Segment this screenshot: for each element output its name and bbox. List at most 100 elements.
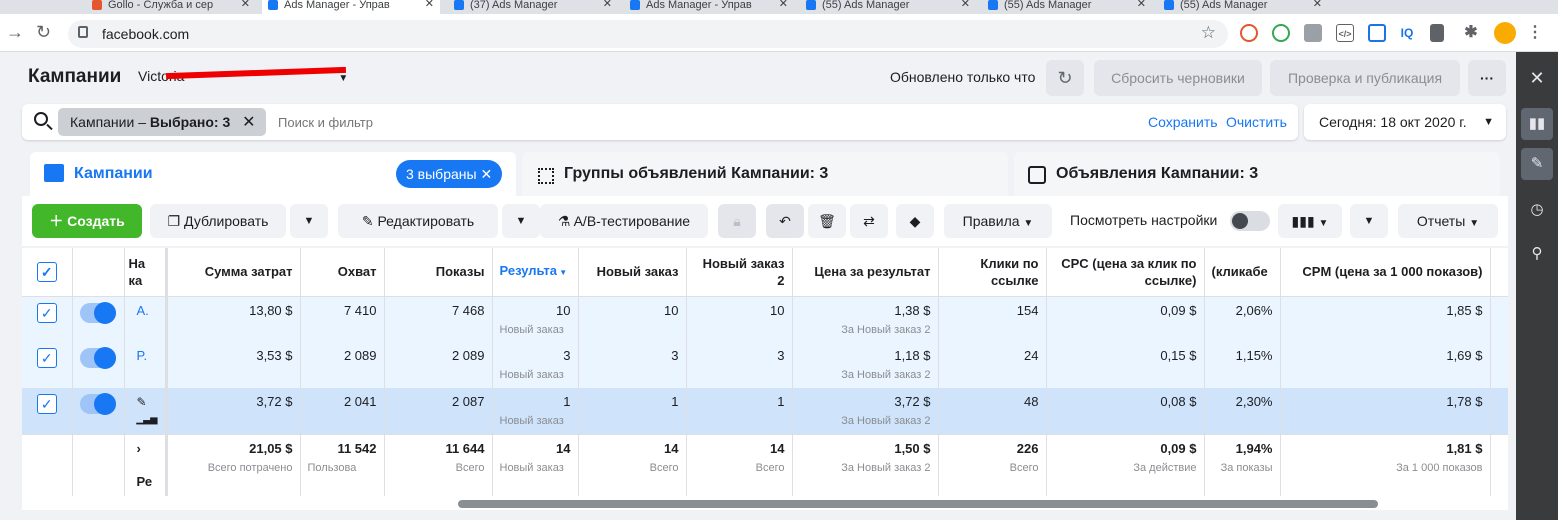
review-publish-button[interactable]: Проверка и публикация (1270, 60, 1460, 96)
browser-tab[interactable]: Ads Manager - Управ ✕ (262, 0, 440, 14)
menu-icon[interactable]: ⋮ (1526, 24, 1544, 42)
duplicate-dropdown[interactable]: ▼ (290, 204, 328, 238)
refresh-button[interactable]: ↻ (1046, 60, 1084, 96)
column-header[interactable]: Новый заказ 2 (686, 248, 793, 297)
column-header[interactable]: CPC (цена за клик по ссылке) (1046, 248, 1205, 297)
close-icon[interactable]: ✕ (1137, 0, 1146, 10)
address-bar[interactable]: facebook.com ☆ (68, 20, 1228, 48)
column-header[interactable]: Цена за результат (792, 248, 939, 297)
row-checkbox-cell[interactable]: ✓ (22, 342, 73, 388)
save-link[interactable]: Сохранить (1148, 114, 1218, 130)
star-icon[interactable]: ☆ (1201, 23, 1216, 43)
clear-link[interactable]: Очистить (1226, 114, 1287, 130)
checkbox[interactable]: ✓ (36, 261, 57, 282)
table-row[interactable]: ✓ P. 3,53 $ 2 089 2 089 3 Новый заказ 3 3… (22, 342, 1508, 388)
table-row[interactable]: ✓ ✎ ▁▃▅ 3,72 $ 2 041 2 087 1 Новый заказ 1… (22, 388, 1508, 434)
iq-icon[interactable]: IQ (1398, 24, 1416, 42)
campaign-toggle[interactable] (80, 301, 116, 324)
column-header[interactable]: На ка (124, 248, 168, 297)
toggle-cell[interactable] (72, 342, 125, 388)
close-icon[interactable]: ✕ (242, 114, 255, 131)
tab-ads[interactable]: Объявления Кампании: 3 (1014, 152, 1500, 196)
browser-tab[interactable]: Ads Manager - Управ ✕ (624, 0, 794, 14)
breakdown-button[interactable]: ▼ (1350, 204, 1388, 238)
zoom-icon[interactable]: ⚲ (1521, 238, 1553, 270)
campaign-name-cell[interactable]: ✎ ▁▃▅ (124, 388, 168, 434)
browser-tab[interactable]: (55) Ads Manager ✕ (800, 0, 976, 14)
close-icon[interactable]: ✕ (961, 0, 970, 10)
column-header[interactable]: (кликабе (1204, 248, 1281, 297)
close-icon[interactable]: ✕ (603, 0, 612, 10)
extension-icon[interactable] (1304, 24, 1322, 42)
campaign-name[interactable]: A. (124, 296, 168, 342)
browser-tab[interactable]: (37) Ads Manager ✕ (448, 0, 618, 14)
select-all-cell[interactable]: ✓ (22, 248, 73, 297)
code-icon[interactable]: </> (1336, 24, 1354, 42)
column-header-sorted[interactable]: Результа ▼ (492, 248, 579, 297)
horizontal-scrollbar[interactable] (458, 500, 1378, 508)
browser-tab[interactable]: (55) Ads Manager ✕ (982, 0, 1152, 14)
clock-icon[interactable]: ◷ (1521, 194, 1553, 226)
view-settings-toggle[interactable] (1230, 211, 1270, 231)
puzzle-icon[interactable]: ✱ (1462, 24, 1480, 42)
table-row[interactable]: ✓ A. 13,80 $ 7 410 7 468 10 Новый заказ 1… (22, 296, 1508, 342)
account-selector[interactable]: Victoria ▼ (138, 66, 348, 84)
extension-icon[interactable] (1368, 24, 1386, 42)
columns-button[interactable]: ▮▮▮ ▼ (1278, 204, 1342, 238)
chart-icon[interactable]: ▁▃▅ (137, 414, 158, 424)
campaign-toggle[interactable] (80, 347, 116, 369)
selected-badge[interactable]: 3 выбраны ✕ (396, 160, 503, 188)
row-checkbox-cell[interactable]: ✓ (22, 388, 73, 434)
browser-tab[interactable]: (55) Ads Manager ✕ (1158, 0, 1328, 14)
delete-button[interactable]: 🗑︎ (808, 204, 846, 238)
column-header[interactable]: Показы (384, 248, 493, 297)
extension-icon[interactable] (1272, 24, 1290, 42)
close-icon[interactable]: ✕ (1521, 62, 1553, 94)
expand-icon[interactable]: › (137, 441, 141, 456)
edit-dropdown[interactable]: ▼ (502, 204, 540, 238)
checkbox[interactable]: ✓ (36, 394, 57, 414)
campaign-toggle[interactable] (80, 393, 116, 415)
reports-button[interactable]: Отчеты ▼ (1398, 204, 1498, 238)
reset-drafts-button[interactable]: Сбросить черновики (1094, 60, 1262, 96)
rules-button[interactable]: Правила ▼ (944, 204, 1052, 238)
duplicate-button[interactable]: ❐ Дублировать (150, 204, 286, 238)
close-icon[interactable]: ✕ (1313, 0, 1322, 10)
checkbox[interactable]: ✓ (36, 302, 57, 323)
date-range-picker[interactable]: Сегодня: 18 окт 2020 г. ▼ (1304, 104, 1506, 140)
tab-campaigns[interactable]: Кампании 3 выбраны ✕ (30, 152, 516, 196)
create-button[interactable]: ＋ Создать (32, 204, 142, 238)
close-icon[interactable]: ✕ (480, 166, 492, 182)
close-icon[interactable]: ✕ (241, 0, 250, 10)
totals-label-cell[interactable]: › Ре (124, 433, 168, 496)
more-button[interactable]: ··· (1468, 60, 1506, 96)
forward-icon[interactable]: → (6, 22, 24, 42)
toggle-cell[interactable] (72, 296, 125, 342)
undo-button[interactable]: ↶ (766, 204, 804, 238)
close-icon[interactable]: ✕ (779, 0, 788, 10)
toggle-cell[interactable] (72, 388, 125, 434)
checkbox[interactable]: ✓ (36, 348, 57, 368)
filter-chip[interactable]: Кампании – Выбрано: 3 ✕ (58, 108, 266, 136)
campaign-name[interactable]: P. (124, 342, 168, 388)
export-button[interactable]: ⇄ (850, 204, 888, 238)
column-header[interactable]: Охват (300, 248, 385, 297)
tab-adsets[interactable]: Группы объявлений Кампании: 3 (522, 152, 1008, 196)
reload-icon[interactable]: ↻ (36, 22, 51, 42)
search-input[interactable] (278, 110, 878, 134)
pencil-icon[interactable]: ✎ (137, 395, 147, 409)
extension-icon[interactable] (1430, 24, 1444, 42)
tag-button[interactable]: ◆ (896, 204, 934, 238)
edit-button[interactable]: ✎ Редактировать (338, 204, 498, 238)
pencil-icon[interactable]: ✎ (1521, 148, 1553, 180)
close-icon[interactable]: ✕ (425, 0, 434, 10)
browser-tab[interactable]: Gollo - Служба и сер ✕ (86, 0, 256, 14)
extension-icon[interactable] (1240, 24, 1258, 42)
column-header[interactable]: Новый заказ (578, 248, 687, 297)
column-header[interactable]: Клики по ссылке (938, 248, 1047, 297)
lock-button[interactable]: 🔒︎ (718, 204, 756, 238)
column-header[interactable]: CPM (цена за 1 000 показов) (1280, 248, 1491, 297)
ab-test-button[interactable]: ⚗ A/B-тестирование (540, 204, 708, 238)
avatar[interactable] (1494, 22, 1516, 44)
chart-icon[interactable]: ▮▮ (1521, 108, 1553, 140)
